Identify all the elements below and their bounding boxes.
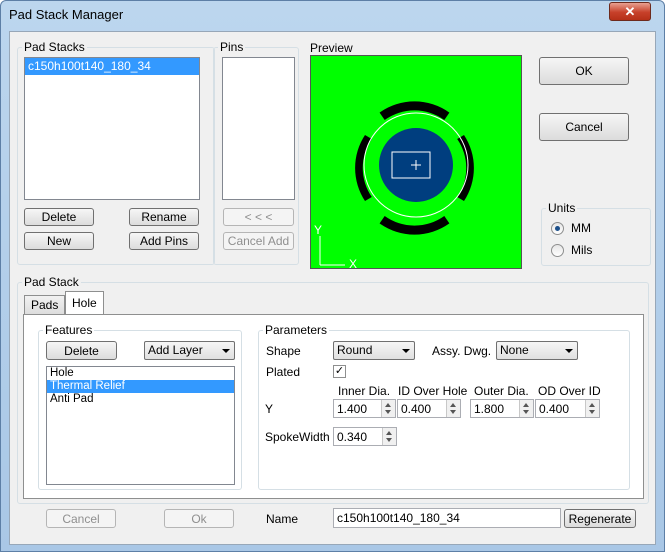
spoke-width-spin-arrows[interactable] — [382, 428, 396, 445]
outer-dia-spin-arrows[interactable] — [519, 400, 533, 417]
spoke-width-input[interactable]: 0.340 — [333, 427, 397, 446]
assy-dwg-dropdown[interactable]: None — [496, 341, 578, 360]
tab-pads[interactable]: Pads — [24, 295, 66, 314]
feature-item-hole[interactable]: Hole — [47, 367, 234, 380]
units-mm-label: MM — [571, 221, 591, 235]
pad-stacks-label: Pad Stacks — [22, 40, 87, 54]
title-bar: Pad Stack Manager ✕ — [1, 1, 664, 29]
inner-dia-input[interactable]: 1.400 — [333, 399, 396, 418]
window-title: Pad Stack Manager — [9, 7, 124, 22]
shape-label: Shape — [266, 344, 301, 358]
assy-dwg-value: None — [500, 343, 529, 357]
name-input[interactable]: c150h100t140_180_34 — [333, 508, 561, 528]
outer-dia-value: 1.800 — [474, 402, 505, 416]
add-pins-button[interactable]: Add Pins — [129, 232, 199, 250]
close-icon[interactable]: ✕ — [609, 2, 651, 21]
features-list[interactable]: Hole Thermal Relief Anti Pad — [46, 366, 235, 485]
tab-hole[interactable]: Hole — [65, 291, 104, 315]
client-area: Pad Stacks c150h100t140_180_34 Delete Re… — [9, 31, 656, 545]
id-over-hole-spin-arrows[interactable] — [446, 400, 460, 417]
units-label: Units — [546, 201, 578, 215]
preview-label: Preview — [310, 41, 353, 55]
delete-padstack-button[interactable]: Delete — [24, 208, 94, 226]
id-over-hole-value: 0.400 — [401, 402, 432, 416]
units-mils-radio[interactable] — [551, 244, 564, 257]
inner-dia-header: Inner Dia. — [338, 384, 391, 398]
feature-item-thermal-relief[interactable]: Thermal Relief — [47, 380, 234, 393]
inner-dia-spin-arrows[interactable] — [381, 400, 395, 417]
add-layer-dropdown[interactable]: Add Layer — [144, 341, 235, 360]
add-layer-text: Add Layer — [148, 343, 203, 357]
pins-label: Pins — [218, 40, 246, 54]
feature-item-anti-pad[interactable]: Anti Pad — [47, 393, 234, 406]
od-over-id-input[interactable]: 0.400 — [535, 399, 600, 418]
ok-button[interactable]: OK — [539, 57, 629, 85]
new-button[interactable]: New — [24, 232, 94, 250]
od-over-id-spin-arrows[interactable] — [585, 400, 599, 417]
outer-dia-header: Outer Dia. — [474, 384, 529, 398]
units-mm-radio[interactable] — [551, 222, 564, 235]
plated-checkbox[interactable]: ✓ — [333, 365, 346, 378]
id-over-hole-header: ID Over Hole — [398, 384, 468, 398]
pad-stack-item[interactable]: c150h100t140_180_34 — [25, 58, 199, 75]
plated-label: Plated — [266, 365, 301, 379]
pins-list[interactable] — [222, 57, 295, 200]
name-label: Name — [266, 512, 299, 526]
axis-y-label: Y — [314, 223, 322, 237]
cancel-button[interactable]: Cancel — [539, 113, 629, 141]
shape-value: Round — [337, 343, 373, 357]
outer-dia-input[interactable]: 1.800 — [470, 399, 534, 418]
pad-stack-manager-window: Pad Stack Manager ✕ Pad Stacks c150h100t… — [0, 0, 665, 552]
cancel-add-button[interactable]: Cancel Add — [223, 232, 294, 250]
padstack-preview-graphic: Y X — [311, 56, 521, 271]
spoke-width-label: SpokeWidth — [265, 430, 330, 444]
preview-canvas: Y X — [310, 55, 522, 271]
regenerate-button[interactable]: Regenerate — [564, 509, 636, 528]
units-group: Units — [541, 201, 651, 266]
shape-dropdown[interactable]: Round — [333, 341, 415, 360]
pad-stacks-list[interactable]: c150h100t140_180_34 — [24, 57, 200, 200]
footer-cancel-button[interactable]: Cancel — [46, 509, 116, 528]
od-over-id-header: OD Over ID — [538, 384, 601, 398]
features-label: Features — [43, 323, 95, 337]
parameters-label: Parameters — [263, 323, 330, 337]
od-over-id-value: 0.400 — [539, 402, 570, 416]
id-over-hole-input[interactable]: 0.400 — [397, 399, 461, 418]
spoke-width-value: 0.340 — [337, 430, 368, 444]
axis-x-label: X — [349, 257, 357, 268]
row-y-label: Y — [265, 402, 274, 416]
footer-ok-button[interactable]: Ok — [164, 509, 234, 528]
delete-feature-button[interactable]: Delete — [46, 341, 117, 360]
units-mils-label: Mils — [571, 243, 593, 257]
chevron-down-icon — [402, 349, 410, 353]
chevron-down-icon — [565, 349, 573, 353]
rename-button[interactable]: Rename — [129, 208, 199, 226]
chevron-down-icon — [222, 349, 230, 353]
pad-stack-label: Pad Stack — [22, 275, 81, 289]
pins-back-button[interactable]: < < < — [223, 208, 294, 226]
assy-dwg-label: Assy. Dwg. — [432, 344, 492, 358]
inner-dia-value: 1.400 — [337, 402, 368, 416]
